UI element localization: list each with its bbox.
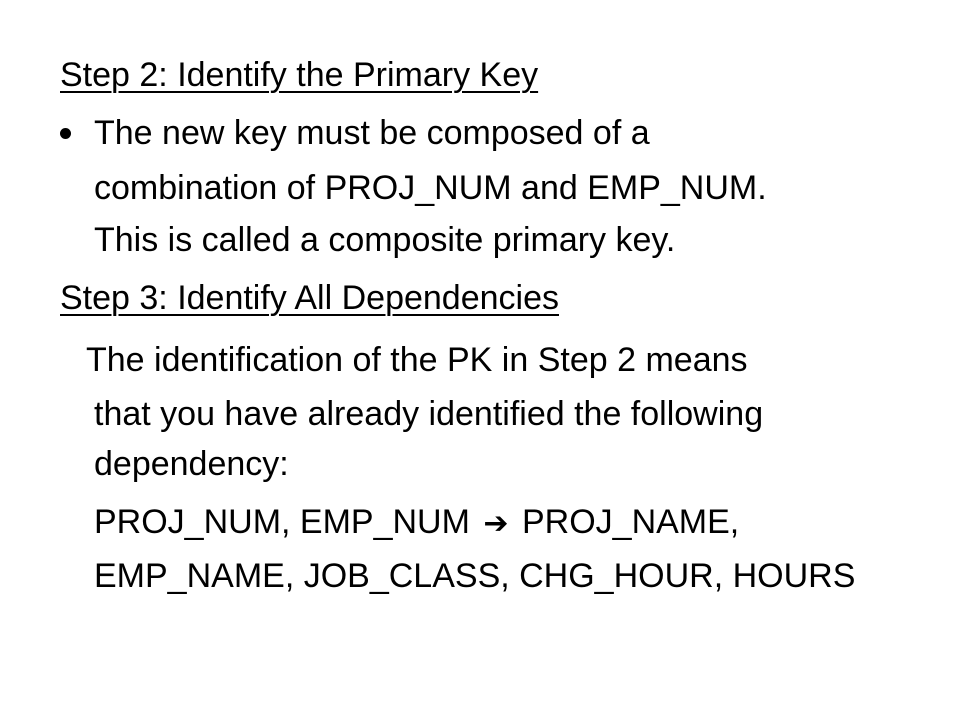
paragraph-line-1: The identification of the PK in Step 2 m… <box>86 341 748 379</box>
bullet-line-2: combination of PROJ_NUM and EMP_NUM. <box>94 169 767 207</box>
step3-heading: Step 3: Identify All Dependencies <box>60 279 559 317</box>
paragraph-line-2: that you have already identified the fol… <box>94 395 764 433</box>
bullet-line-1: The new key must be composed of a <box>94 114 650 152</box>
paragraph-line-3: dependency: <box>94 445 289 483</box>
step2-heading: Step 2: Identify the Primary Key <box>60 56 539 94</box>
dependency-lhs: PROJ_NUM, EMP_NUM <box>94 503 470 541</box>
bullet-dot-icon <box>60 128 71 139</box>
dependency-line-2: EMP_NAME, JOB_CLASS, CHG_HOUR, HOURS <box>94 557 856 595</box>
arrow-right-icon: ➔ <box>483 506 509 541</box>
bullet-line-3: This is called a composite primary key. <box>94 221 676 259</box>
dependency-rhs: PROJ_NAME, <box>521 503 740 541</box>
dependency-line-1: PROJ_NUM, EMP_NUM ➔ PROJ_NAME, <box>94 502 739 544</box>
slide: Step 2: Identify the Primary Key The new… <box>0 0 960 720</box>
